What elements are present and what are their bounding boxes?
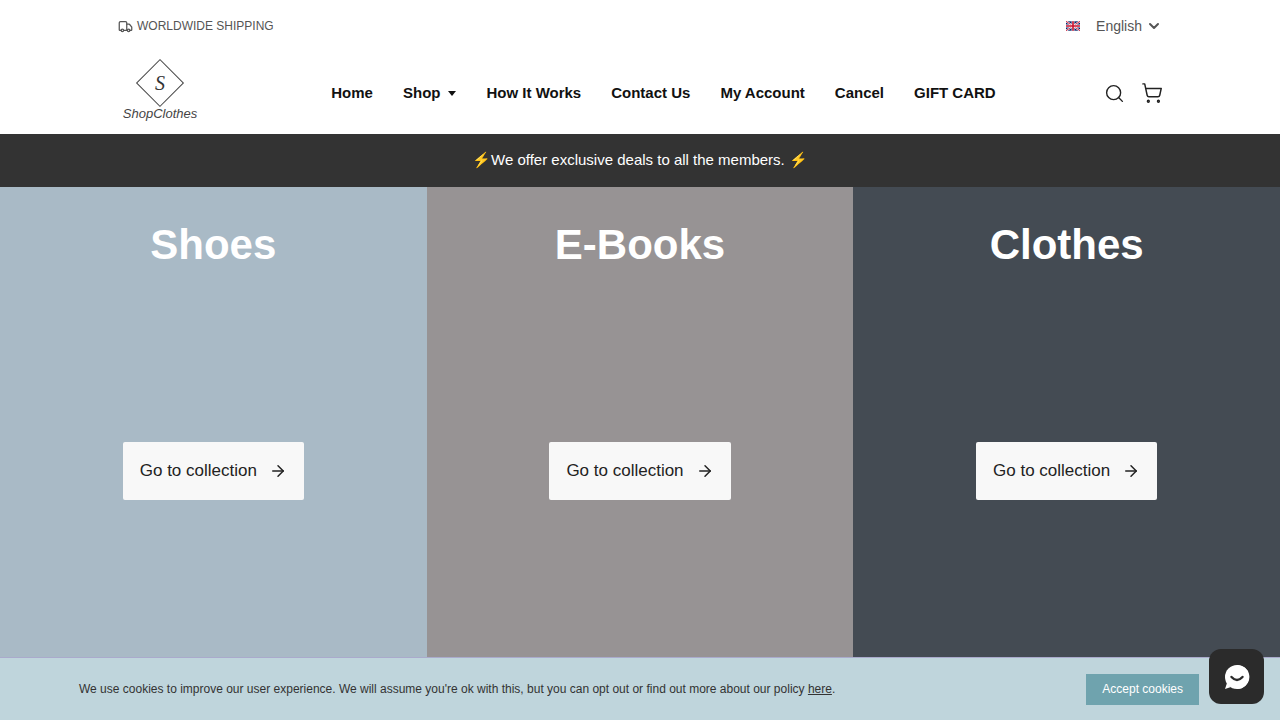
promo-banner: ⚡We offer exclusive deals to all the mem… [0, 134, 1280, 187]
collection-title: E-Books [555, 219, 725, 272]
arrow-right-icon [1122, 462, 1140, 480]
nav-item[interactable]: How It Works [486, 82, 581, 105]
collection-panel: Clothes Go to collection [853, 187, 1280, 720]
collection-button[interactable]: Go to collection [123, 442, 304, 500]
chat-button[interactable] [1209, 649, 1264, 704]
nav-item[interactable]: Shop [403, 82, 457, 105]
cookie-text: We use cookies to improve our user exper… [79, 680, 835, 698]
language-select[interactable]: English [1066, 16, 1162, 37]
nav-item[interactable]: Contact Us [611, 82, 690, 105]
collection-panel: Shoes Go to collection [0, 187, 427, 720]
collection-button[interactable]: Go to collection [976, 442, 1157, 500]
uk-flag-icon [1066, 20, 1080, 32]
chevron-down-icon [1146, 18, 1162, 34]
nav-item[interactable]: My Account [720, 82, 804, 105]
shipping-note: WORLDWIDE SHIPPING [118, 17, 274, 35]
collection-title: Shoes [150, 219, 276, 272]
nav-row: SShopClothes Home Shop How It Works Contact … [0, 52, 1280, 134]
collections: Shoes Go to collection E-Books Go to collec… [0, 187, 1280, 720]
collection-button[interactable]: Go to collection [549, 442, 730, 500]
arrow-right-icon [269, 462, 287, 480]
collection-title: Clothes [990, 219, 1144, 272]
nav-item[interactable]: Home [331, 82, 373, 105]
cart-icon[interactable] [1141, 82, 1163, 104]
chat-icon [1223, 663, 1251, 691]
arrow-right-icon [696, 462, 714, 480]
nav-item[interactable]: Cancel [835, 82, 884, 105]
top-bar: WORLDWIDE SHIPPING English [0, 0, 1280, 52]
policy-link[interactable]: here [808, 682, 832, 696]
collection-panel: E-Books Go to collection [427, 187, 854, 720]
truck-icon [118, 19, 133, 34]
cookie-bar: We use cookies to improve our user exper… [0, 657, 1280, 720]
logo[interactable]: SShopClothes [117, 62, 203, 124]
nav-item[interactable]: GIFT CARD [914, 82, 996, 105]
caret-icon [448, 91, 456, 96]
main-nav: Home Shop How It Works Contact Us My Account… [203, 82, 1104, 105]
accept-cookies-button[interactable]: Accept cookies [1086, 674, 1199, 705]
search-icon[interactable] [1104, 83, 1125, 104]
page: WORLDWIDE SHIPPINGEnglishSShopClothesHom… [0, 0, 1280, 720]
